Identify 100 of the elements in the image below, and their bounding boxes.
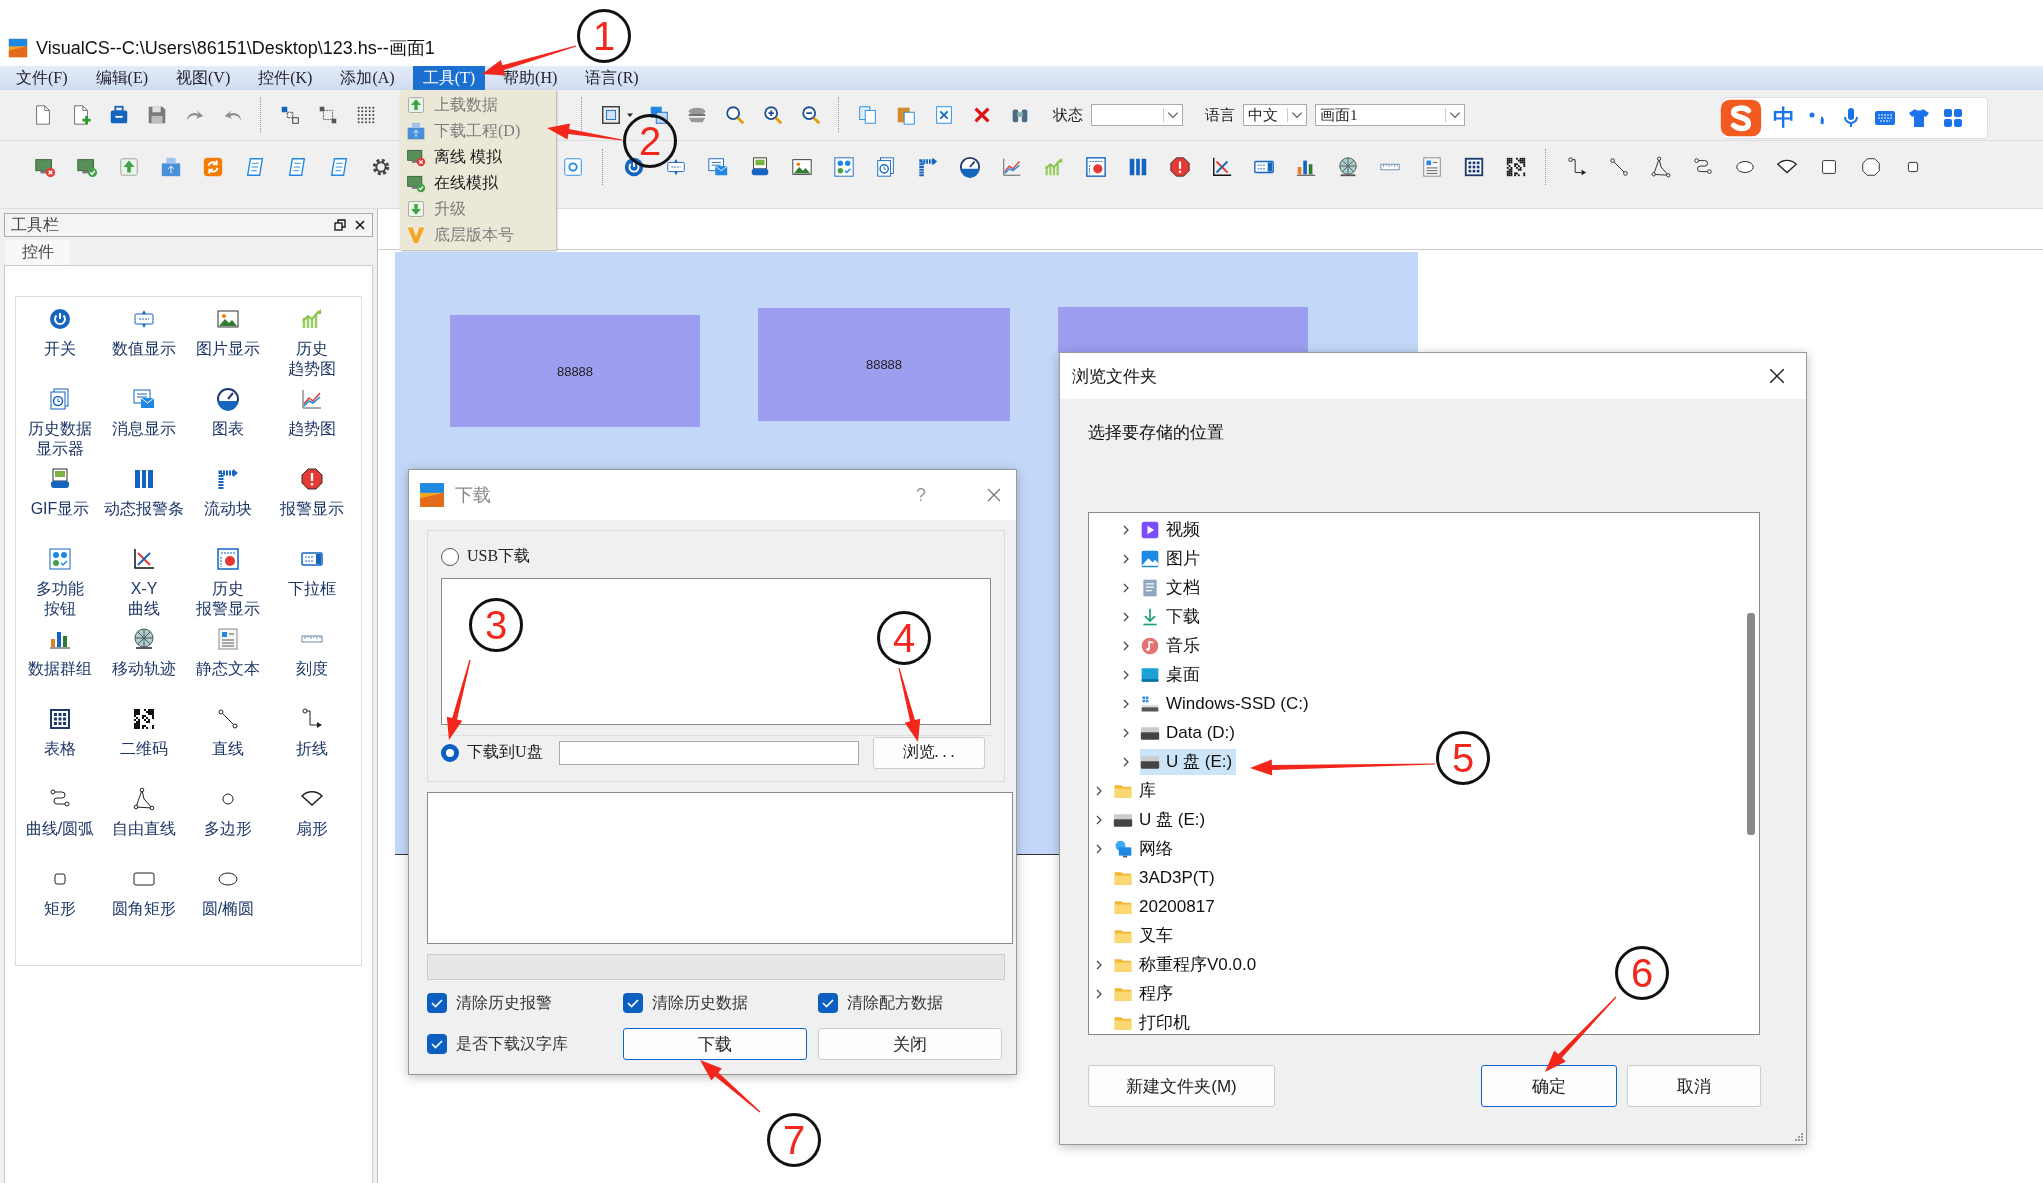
- corner-pipe-icon[interactable]: [216, 467, 240, 491]
- control-label[interactable]: 折线: [296, 739, 328, 759]
- dialog-button[interactable]: 新建文件夹(M): [1088, 1065, 1275, 1107]
- frame-icon[interactable]: [600, 104, 622, 126]
- control-label[interactable]: GIF显示: [30, 499, 90, 519]
- checkbox[interactable]: [427, 993, 447, 1013]
- control-label[interactable]: 历史数据: [28, 419, 92, 439]
- control-label[interactable]: 历史: [212, 579, 244, 599]
- usb-drive-icon[interactable]: [160, 156, 182, 178]
- polyline-icon[interactable]: [1566, 156, 1588, 178]
- menu-item[interactable]: 控件(K): [248, 66, 323, 90]
- alarm-icon[interactable]: [1169, 156, 1191, 178]
- checkbox[interactable]: [623, 993, 643, 1013]
- tree-item[interactable]: 打印机: [1113, 1009, 1194, 1034]
- menu-item[interactable]: 编辑(E): [85, 66, 158, 90]
- control-label[interactable]: 趋势图: [288, 359, 336, 379]
- xy-axes-icon[interactable]: [132, 547, 156, 571]
- mail-icon[interactable]: [707, 156, 729, 178]
- menu-item[interactable]: 帮助(H): [493, 66, 568, 90]
- arrow-up-box-icon[interactable]: [118, 156, 140, 178]
- control-label[interactable]: 动态报警条: [104, 499, 184, 519]
- xy-axes-icon[interactable]: [1211, 156, 1233, 178]
- panel-tab[interactable]: 控件: [6, 240, 70, 265]
- control-label[interactable]: 下拉框: [288, 579, 336, 599]
- gauge-icon[interactable]: [959, 156, 981, 178]
- mail-icon[interactable]: [132, 387, 156, 411]
- dialog-button[interactable]: 关闭: [818, 1028, 1002, 1060]
- tree-item[interactable]: 桌面: [1140, 661, 1204, 688]
- tree-item[interactable]: 下载: [1140, 603, 1204, 630]
- table-icon[interactable]: [1463, 156, 1485, 178]
- control-label[interactable]: 流动块: [204, 499, 252, 519]
- language-dropdown[interactable]: 中文: [1243, 104, 1307, 126]
- control-label[interactable]: 数值显示: [112, 339, 176, 359]
- menu-entry[interactable]: 离线 模拟: [400, 144, 556, 170]
- qr-code-icon[interactable]: [132, 707, 156, 731]
- wheel-icon[interactable]: [132, 627, 156, 651]
- control-label[interactable]: 图片显示: [196, 339, 260, 359]
- dots-check-icon[interactable]: [833, 156, 855, 178]
- tree-item[interactable]: 3AD3P(T): [1113, 864, 1219, 891]
- radio-label[interactable]: USB下载: [467, 546, 531, 568]
- polyline-icon[interactable]: [300, 707, 324, 731]
- radio-button[interactable]: [441, 547, 459, 566]
- control-label[interactable]: 静态文本: [196, 659, 260, 679]
- dots-check-icon[interactable]: [48, 547, 72, 571]
- control-label[interactable]: X-Y: [130, 579, 158, 599]
- monitor-check-icon[interactable]: [76, 156, 98, 178]
- menu-entry[interactable]: 在线模拟: [400, 170, 556, 196]
- dialog-button[interactable]: 确定: [1481, 1065, 1617, 1107]
- control-label[interactable]: 消息显示: [112, 419, 176, 439]
- octagon-icon[interactable]: [1860, 156, 1882, 178]
- corner-pipe-icon[interactable]: [917, 156, 939, 178]
- free-line-icon[interactable]: [1650, 156, 1672, 178]
- gear-icon[interactable]: [370, 156, 392, 178]
- tree-item[interactable]: 图片: [1140, 545, 1204, 572]
- line-chart-icon[interactable]: [1001, 156, 1023, 178]
- tree-item[interactable]: Windows-SSD (C:): [1140, 690, 1313, 717]
- checkbox[interactable]: [427, 1034, 447, 1054]
- scrollbar-thumb[interactable]: [1747, 613, 1755, 835]
- table-icon[interactable]: [48, 707, 72, 731]
- control-label[interactable]: 报警显示: [196, 599, 260, 619]
- control-label[interactable]: 数据群组: [28, 659, 92, 679]
- control-label[interactable]: 趋势图: [288, 419, 336, 439]
- control-label[interactable]: 自由直线: [112, 819, 176, 839]
- checkbox-label[interactable]: 清除历史报警: [456, 992, 552, 1014]
- vertical-bars-icon[interactable]: [132, 467, 156, 491]
- checkbox-label[interactable]: 清除配方数据: [847, 992, 943, 1014]
- checkbox-label[interactable]: 是否下载汉字库: [456, 1033, 568, 1055]
- display-block[interactable]: 88888: [758, 308, 1010, 421]
- clock-document-icon[interactable]: [875, 156, 897, 178]
- tree-item[interactable]: 网络: [1113, 835, 1177, 862]
- node-squares-icon[interactable]: [279, 104, 301, 126]
- control-label[interactable]: 圆/椭圆: [201, 899, 255, 919]
- document-cross-icon[interactable]: [933, 104, 955, 126]
- tree-item[interactable]: 程序: [1113, 980, 1177, 1007]
- control-label[interactable]: 扇形: [296, 819, 328, 839]
- control-label[interactable]: 移动轨迹: [112, 659, 176, 679]
- tree-item[interactable]: 文档: [1140, 574, 1204, 601]
- tree-item[interactable]: Data (D:): [1140, 719, 1239, 746]
- free-line-icon[interactable]: [132, 787, 156, 811]
- control-label[interactable]: 报警显示: [280, 499, 344, 519]
- control-label[interactable]: 直线: [212, 739, 244, 759]
- control-label[interactable]: 圆角矩形: [112, 899, 176, 919]
- image-icon[interactable]: [216, 307, 240, 331]
- menu-item[interactable]: 工具(T): [412, 66, 486, 90]
- picture-card-icon[interactable]: [48, 467, 72, 491]
- control-label[interactable]: 图表: [212, 419, 244, 439]
- control-label[interactable]: 表格: [44, 739, 76, 759]
- radio-label[interactable]: 下载到U盘: [467, 742, 543, 764]
- control-label[interactable]: 二维码: [120, 739, 168, 759]
- control-label[interactable]: 开关: [44, 339, 76, 359]
- tree-item[interactable]: 20200817: [1113, 893, 1219, 920]
- ring-box-icon[interactable]: [562, 156, 584, 178]
- tree-item[interactable]: 库: [1113, 777, 1160, 804]
- scroll-icon[interactable]: [244, 156, 266, 178]
- line-icon[interactable]: [216, 707, 240, 731]
- control-label[interactable]: 刻度: [296, 659, 328, 679]
- control-label[interactable]: 按钮: [44, 599, 76, 619]
- tree-item[interactable]: U 盘 (E:): [1113, 806, 1210, 833]
- zoom-in-icon[interactable]: [762, 104, 784, 126]
- control-label[interactable]: 矩形: [44, 899, 76, 919]
